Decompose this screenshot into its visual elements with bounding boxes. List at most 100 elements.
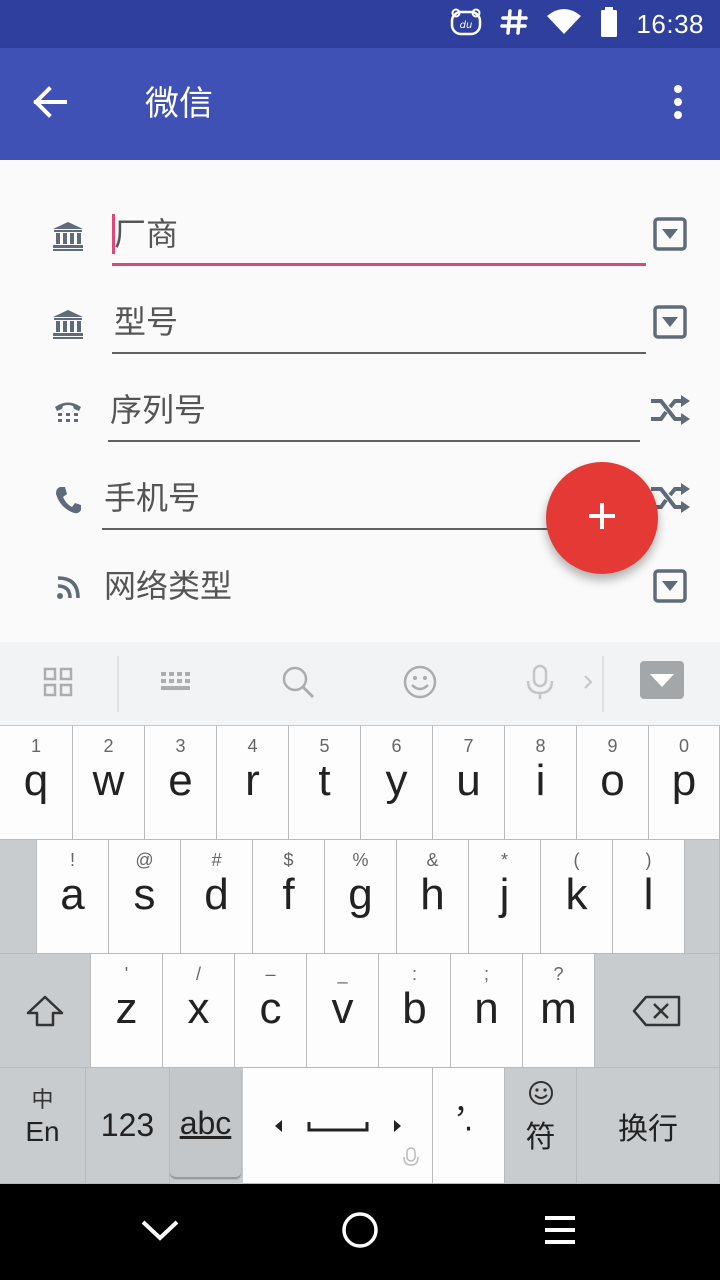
search-icon <box>281 665 315 703</box>
back-button[interactable] <box>22 76 78 132</box>
collapse-keyboard-icon <box>639 660 685 704</box>
space-key[interactable] <box>243 1068 433 1184</box>
grid-icon <box>43 667 73 701</box>
key-p[interactable]: 0p <box>649 726 720 840</box>
status-time: 16:38 <box>636 8 704 39</box>
dropdown-box-icon <box>653 217 687 255</box>
phone-icon <box>48 480 88 520</box>
keyboard-icon <box>160 670 192 698</box>
arrow-back-icon <box>32 86 68 122</box>
microphone-icon <box>523 664 557 704</box>
numbers-key[interactable]: 123 <box>86 1068 170 1184</box>
field-manufacturer: 厂商 <box>0 194 720 282</box>
phone-input[interactable]: 手机号 <box>102 472 572 530</box>
key-v[interactable]: _ v <box>307 954 379 1068</box>
key-row2-left-pad <box>0 840 37 954</box>
smiley-icon <box>403 665 437 703</box>
toolbar-divider <box>117 656 119 712</box>
manufacturer-dropdown-button[interactable] <box>650 214 690 258</box>
key-e[interactable]: 3e <box>145 726 217 840</box>
key-h[interactable]: & h <box>397 840 469 954</box>
manufacturer-input[interactable]: 厂商 <box>112 208 646 266</box>
key-x[interactable]: / x <box>163 954 235 1068</box>
smiley-icon <box>505 1080 576 1106</box>
svg-text:du: du <box>460 20 473 31</box>
shift-key[interactable] <box>0 954 91 1068</box>
circle-home-icon <box>340 1210 380 1254</box>
key-g[interactable]: % g <box>325 840 397 954</box>
voice-input-button[interactable] <box>518 662 562 706</box>
chevron-right-icon <box>582 673 594 695</box>
nav-menu-button[interactable] <box>536 1208 584 1256</box>
bank-icon <box>48 304 88 344</box>
key-f[interactable]: $ f <box>253 840 325 954</box>
keyboard-layout-button[interactable] <box>154 662 198 706</box>
key-l[interactable]: ) l <box>613 840 685 954</box>
hide-keyboard-button[interactable] <box>638 660 686 704</box>
app-bar: 微信 <box>0 48 720 160</box>
key-t[interactable]: 5t <box>289 726 361 840</box>
microphone-icon <box>402 1147 420 1173</box>
key-c[interactable]: – c <box>235 954 307 1068</box>
dialpad-phone-icon <box>48 392 88 432</box>
key-w[interactable]: 2w <box>73 726 145 840</box>
more-options-button[interactable] <box>658 78 698 130</box>
network-type-dropdown-button[interactable] <box>650 566 690 610</box>
shuffle-icon <box>649 393 691 431</box>
key-z[interactable]: ' z <box>91 954 163 1068</box>
hash-icon <box>500 8 529 40</box>
battery-icon <box>600 7 618 41</box>
key-b[interactable]: :b <box>379 954 451 1068</box>
toolbar-divider <box>602 656 604 712</box>
abc-key[interactable]: abc <box>170 1068 242 1180</box>
wifi-icon <box>546 8 582 40</box>
key-j[interactable]: * j <box>469 840 541 954</box>
model-input[interactable]: 型号 <box>112 296 646 354</box>
key-y[interactable]: 6y <box>361 726 433 840</box>
key-r[interactable]: 4r <box>217 726 289 840</box>
key-i[interactable]: 8i <box>505 726 577 840</box>
dropdown-box-icon <box>653 569 687 607</box>
keyboard-menu-button[interactable] <box>36 662 80 706</box>
plus-icon <box>587 501 617 535</box>
network-type-input[interactable]: 网络类型 <box>102 560 572 618</box>
key-o[interactable]: 9o <box>577 726 649 840</box>
model-dropdown-button[interactable] <box>650 302 690 346</box>
page-title: 微信 <box>145 84 213 124</box>
key-row2-right-pad <box>685 840 720 954</box>
symbols-key[interactable]: 符 <box>505 1068 577 1184</box>
key-u[interactable]: 7u <box>433 726 505 840</box>
bank-icon <box>48 216 88 256</box>
punctuation-key[interactable]: ， · <box>433 1068 505 1184</box>
serial-shuffle-button[interactable] <box>650 390 690 434</box>
key-a[interactable]: ! a <box>37 840 109 954</box>
backspace-icon <box>595 954 719 1067</box>
keyboard-search-button[interactable] <box>276 662 320 706</box>
field-serial: 序列号 <box>0 370 720 458</box>
key-m[interactable]: ? m <box>523 954 595 1068</box>
enter-key[interactable]: 换行 <box>577 1068 720 1184</box>
key-s[interactable]: @ s <box>109 840 181 954</box>
rss-feed-icon <box>48 568 88 608</box>
language-switch-key[interactable]: 中 En <box>0 1068 86 1184</box>
system-nav-bar <box>0 1184 720 1280</box>
keyboard-toolbar <box>0 642 720 726</box>
add-fab-button[interactable] <box>546 462 658 574</box>
key-d[interactable]: # d <box>181 840 253 954</box>
backspace-key[interactable] <box>595 954 720 1068</box>
emoji-button[interactable] <box>398 662 442 706</box>
key-q[interactable]: 1q <box>0 726 73 840</box>
nav-back-button[interactable] <box>136 1208 184 1256</box>
soft-keyboard: 1q 2w 3e 4r 5t 6y 7u 8i 9o 0p ! a @ s # d $… <box>0 726 720 1184</box>
chevron-down-icon <box>140 1218 180 1246</box>
key-k[interactable]: (k <box>541 840 613 954</box>
du-app-icon: du <box>450 8 482 40</box>
shift-icon <box>0 954 90 1067</box>
field-model: 型号 <box>0 282 720 370</box>
serial-input[interactable]: 序列号 <box>108 384 640 442</box>
more-vert-icon <box>673 84 683 124</box>
nav-home-button[interactable] <box>336 1208 384 1256</box>
key-n[interactable]: ; n <box>451 954 523 1068</box>
dropdown-box-icon <box>653 305 687 343</box>
menu-lines-icon <box>543 1214 577 1250</box>
